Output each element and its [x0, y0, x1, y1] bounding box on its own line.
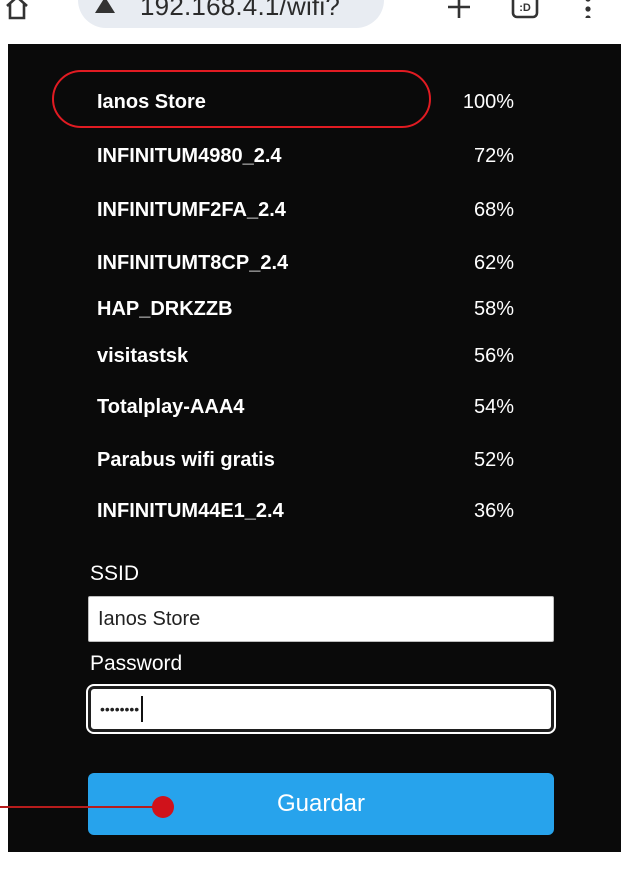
network-signal: 100%: [462, 91, 514, 113]
plus-icon[interactable]: [446, 0, 472, 20]
network-signal: 58%: [473, 298, 514, 320]
save-button-label: Guardar: [276, 790, 366, 817]
network-signal: 62%: [473, 252, 514, 274]
network-signal: 52%: [473, 449, 514, 471]
network-ssid[interactable]: Parabus wifi gratis: [97, 449, 275, 472]
network-signal: 68%: [473, 199, 514, 221]
network-signal: 54%: [473, 396, 514, 418]
network-row[interactable]: HAP_DRKZZB 58%: [8, 298, 621, 352]
network-row[interactable]: INFINITUMF2FA_2.4 68%: [8, 199, 621, 253]
tabs-icon[interactable]: :D: [510, 0, 540, 20]
network-ssid[interactable]: Totalplay-AAA4: [97, 396, 244, 419]
network-row[interactable]: INFINITUM4980_2.4 72%: [8, 145, 621, 199]
network-row[interactable]: Totalplay-AAA4 54%: [8, 396, 621, 450]
browser-toolbar: 192.168.4.1/wifi? :D: [0, 0, 629, 44]
bottom-edge: [0, 852, 629, 884]
text-caret: [141, 696, 144, 722]
network-signal: 56%: [473, 345, 514, 367]
menu-icon[interactable]: [582, 0, 594, 18]
password-input[interactable]: ••••••••: [86, 684, 556, 734]
lock-icon[interactable]: [94, 0, 116, 14]
network-ssid[interactable]: INFINITUMT8CP_2.4: [97, 252, 288, 275]
network-signal: 36%: [473, 500, 514, 522]
network-signal: 72%: [473, 145, 514, 167]
wifi-portal-page: Ianos Store 100% INFINITUM4980_2.4 72% I…: [8, 44, 621, 852]
home-icon[interactable]: [4, 0, 30, 20]
tabs-badge: :D: [519, 2, 531, 14]
password-label: Password: [90, 652, 183, 675]
ssid-input-value: Ianos Store: [98, 607, 201, 630]
network-ssid[interactable]: INFINITUM44E1_2.4: [97, 500, 284, 523]
password-input-value: ••••••••: [100, 701, 140, 717]
address-url[interactable]: 192.168.4.1/wifi?: [140, 0, 340, 22]
network-row[interactable]: Parabus wifi gratis 52%: [8, 449, 621, 503]
ssid-input[interactable]: Ianos Store: [88, 596, 554, 642]
network-ssid[interactable]: HAP_DRKZZB: [97, 298, 233, 321]
network-row[interactable]: INFINITUM44E1_2.4 36%: [8, 500, 621, 554]
pointer-annotation-line: [0, 806, 164, 808]
page-edge: [0, 534, 8, 852]
network-row[interactable]: visitastsk 56%: [8, 345, 621, 399]
pointer-annotation-dot: [152, 796, 174, 818]
ssid-label: SSID: [90, 562, 140, 585]
highlight-annotation: [52, 70, 431, 128]
network-ssid[interactable]: visitastsk: [97, 345, 188, 368]
network-ssid[interactable]: INFINITUM4980_2.4: [97, 145, 282, 168]
network-ssid[interactable]: INFINITUMF2FA_2.4: [97, 199, 286, 222]
